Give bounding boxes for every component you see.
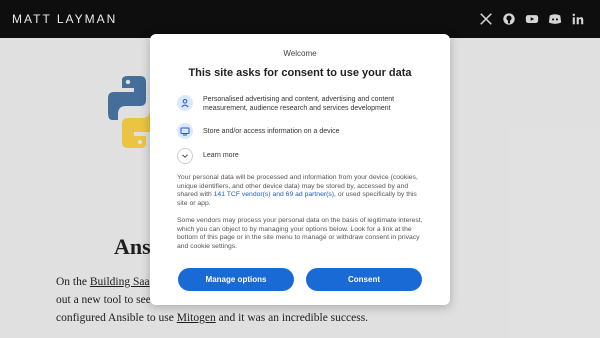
purpose-advertising-text: Personalised advertising and content, ad… <box>203 96 395 112</box>
purpose-storage: Store and/or access information on a dev… <box>177 123 427 139</box>
consent-paragraph-1: Your personal data will be processed and… <box>177 174 423 208</box>
scroll-fade <box>170 252 430 258</box>
purpose-storage-text: Store and/or access information on a dev… <box>203 128 340 135</box>
person-icon <box>177 95 193 111</box>
vendors-link[interactable]: 141 TCF vendor(s) and 69 ad partner(s) <box>214 191 334 198</box>
device-icon <box>177 123 193 139</box>
consent-button[interactable]: Consent <box>306 268 422 291</box>
dialog-title: This site asks for consent to use your d… <box>188 67 412 79</box>
chevron-down-icon <box>182 154 188 158</box>
consent-dialog: Welcome This site asks for consent to us… <box>150 34 450 305</box>
learn-more-button[interactable] <box>177 148 193 164</box>
manage-options-button[interactable]: Manage options <box>178 268 294 291</box>
consent-paragraph-2: Some vendors may process your personal d… <box>177 217 423 250</box>
purpose-advertising: Personalised advertising and content, ad… <box>177 95 427 113</box>
learn-more-label[interactable]: Learn more <box>203 152 239 159</box>
dialog-welcome: Welcome <box>283 49 317 58</box>
